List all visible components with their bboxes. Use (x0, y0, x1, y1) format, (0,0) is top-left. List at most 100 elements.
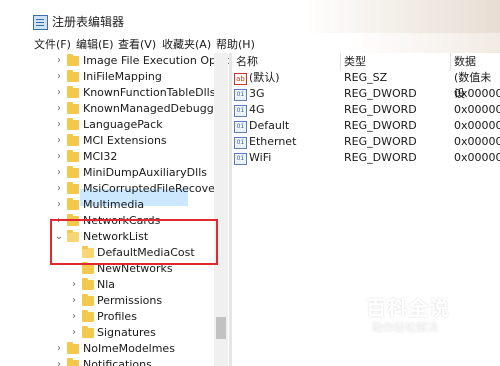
menu-file[interactable]: 文件(F) (34, 36, 71, 52)
value-row[interactable]: 01 Ethernet REG_DWORD 0x000000 (232, 134, 500, 150)
chevron-right-icon[interactable]: › (54, 357, 64, 366)
tree-item-multimedia[interactable]: › Multimedia (0, 197, 214, 213)
chevron-right-icon[interactable]: › (69, 325, 79, 341)
folder-icon (82, 262, 94, 274)
chevron-right-icon[interactable]: › (54, 149, 64, 165)
menu-help[interactable]: 帮助(H) (216, 36, 255, 52)
chevron-right-icon[interactable]: › (54, 133, 64, 149)
chevron-down-icon[interactable]: ⌄ (54, 229, 64, 245)
chevron-right-icon[interactable]: › (54, 69, 64, 85)
tree-item-label: KnownFunctionTableDlls (83, 86, 216, 99)
watermark-subtitle: 助你轻松解决 (372, 321, 438, 334)
tree-item-profiles[interactable]: › Profiles (0, 309, 214, 325)
value-row[interactable]: 01 WiFi REG_DWORD 0x000000 (232, 150, 500, 166)
tree-item-label: NetworkCards (83, 214, 161, 227)
value-name: Default (249, 119, 290, 132)
chevron-right-icon[interactable]: › (54, 53, 64, 69)
value-data: 0x000000 (454, 151, 500, 164)
tree-item-mci32[interactable]: › MCI32 (0, 149, 214, 165)
value-type: REG_DWORD (344, 135, 417, 148)
value-row[interactable]: ab (默认) REG_SZ (数值未设 (232, 70, 500, 100)
column-divider[interactable] (340, 53, 341, 71)
title-bar[interactable]: 注册表编辑器 (0, 0, 500, 33)
dword-value-icon: 01 (234, 89, 247, 101)
folder-icon (67, 54, 79, 66)
window-title: 注册表编辑器 (52, 15, 125, 29)
registry-editor-icon (33, 15, 48, 30)
chevron-right-icon[interactable]: › (69, 309, 79, 325)
dword-value-icon: 01 (234, 105, 247, 117)
menu-view[interactable]: 查看(V) (118, 36, 156, 52)
chevron-right-icon[interactable]: › (54, 85, 64, 101)
tree-item-label: MiniDumpAuxiliaryDlls (83, 166, 207, 179)
folder-icon (67, 150, 79, 162)
value-data: 0x000000 (454, 87, 500, 100)
menu-favorites[interactable]: 收藏夹(A) (162, 36, 211, 52)
tree-item-label: Signatures (97, 326, 156, 339)
tree-item-label: MsiCorruptedFileRecovery (83, 182, 226, 195)
watermark-logo-text: 百科全说 (366, 296, 450, 320)
folder-icon (67, 214, 79, 226)
folder-icon (67, 118, 79, 130)
tree-item-defaultmediacost[interactable]: DefaultMediaCost (0, 245, 214, 261)
value-row[interactable]: 01 Default REG_DWORD 0x000000 (232, 118, 500, 134)
tree-item-knownfunctiontabledlls[interactable]: › KnownFunctionTableDlls (0, 85, 216, 101)
tree-item-label: LanguagePack (83, 118, 163, 131)
dword-value-icon: 01 (234, 137, 247, 149)
tree-item-msicorruptedfilerecovery[interactable]: › MsiCorruptedFileRecovery (0, 181, 226, 197)
chevron-right-icon[interactable]: › (54, 213, 64, 229)
chevron-right-icon[interactable]: › (69, 277, 79, 293)
tree-item-signatures[interactable]: › Signatures (0, 325, 214, 341)
tree-item-networklist[interactable]: ⌄ NetworkList (0, 229, 214, 245)
value-type: REG_DWORD (344, 151, 417, 164)
column-header-name[interactable]: 名称 (236, 53, 258, 71)
tree-item-label: MCI32 (83, 150, 118, 163)
string-value-icon: ab (234, 73, 247, 85)
tree-item-label: MCI Extensions (83, 134, 167, 147)
tree-item-inifilemapping[interactable]: › IniFileMapping (0, 69, 214, 85)
tree-item-knownmanageddebugging[interactable]: › KnownManagedDebuggin (0, 101, 224, 117)
tree-item-nla[interactable]: › Nla (0, 277, 214, 293)
tree-item-label: Multimedia (83, 198, 145, 211)
tree-item-label: Permissions (97, 294, 163, 307)
folder-open-icon (67, 230, 79, 242)
value-data: 0x000000 (454, 103, 500, 116)
tree-item-networkcards[interactable]: › NetworkCards (0, 213, 214, 229)
chevron-right-icon[interactable]: › (54, 165, 64, 181)
chevron-right-icon[interactable]: › (54, 341, 64, 357)
tree-scrollbar-thumb[interactable] (216, 317, 226, 339)
tree-item-image-file-execution[interactable]: › Image File Execution Optic (0, 53, 229, 69)
menu-bar: 文件(F) 编辑(E) 查看(V) 收藏夹(A) 帮助(H) (0, 33, 500, 53)
column-header-type[interactable]: 类型 (344, 53, 366, 71)
value-type: REG_DWORD (344, 87, 417, 100)
folder-icon (82, 278, 94, 290)
column-divider[interactable] (450, 53, 451, 71)
chevron-right-icon[interactable]: › (54, 181, 64, 197)
tree-item-label: Notifications (83, 358, 152, 366)
chevron-right-icon[interactable]: › (54, 101, 64, 117)
tree-item-notifications[interactable]: › Notifications (0, 357, 214, 366)
tree-item-minidumpauxiliarydlls[interactable]: › MiniDumpAuxiliaryDlls (0, 165, 214, 181)
key-tree-pane[interactable]: › Image File Execution Optic › IniFileMa… (0, 53, 230, 366)
folder-icon (67, 86, 79, 98)
folder-icon (67, 182, 79, 194)
tree-item-label: NetworkList (83, 230, 149, 243)
value-name: 3G (249, 87, 265, 100)
chevron-right-icon[interactable]: › (54, 117, 64, 133)
tree-item-permissions[interactable]: › Permissions (0, 293, 214, 309)
chevron-right-icon[interactable]: › (54, 197, 64, 213)
column-header-data[interactable]: 数据 (454, 53, 476, 71)
tree-item-label: Image File Execution Optic (83, 54, 230, 67)
folder-open-icon (82, 246, 94, 258)
menu-edit[interactable]: 编辑(E) (76, 36, 114, 52)
value-row[interactable]: 01 3G REG_DWORD 0x000000 (232, 86, 500, 102)
tree-item-languagepack[interactable]: › LanguagePack (0, 117, 214, 133)
value-type: REG_DWORD (344, 103, 417, 116)
chevron-right-icon[interactable]: › (69, 293, 79, 309)
tree-item-newnetworks[interactable]: NewNetworks (0, 261, 214, 277)
value-row[interactable]: 01 4G REG_DWORD 0x000000 (232, 102, 500, 118)
tree-item-mci-extensions[interactable]: › MCI Extensions (0, 133, 214, 149)
tree-item-noimemodelmes[interactable]: › NoImeModelmes (0, 341, 214, 357)
tree-item-label: Profiles (97, 310, 137, 323)
value-name: WiFi (249, 151, 272, 164)
